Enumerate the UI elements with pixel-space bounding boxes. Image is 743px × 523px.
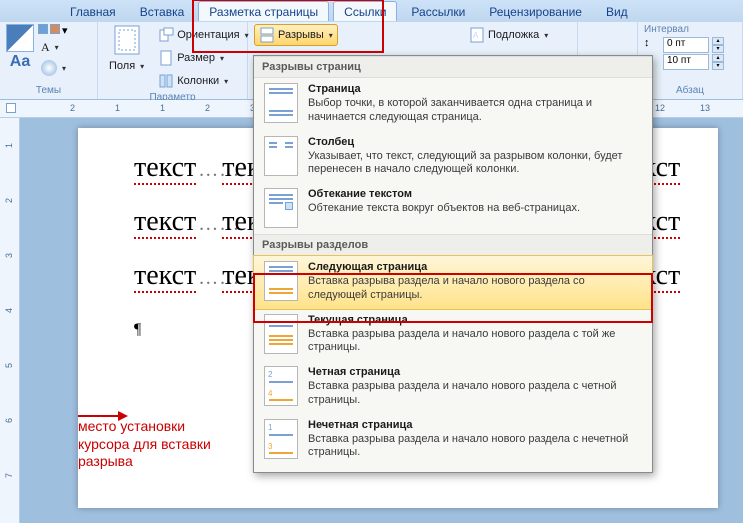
tab-view[interactable]: Вид bbox=[596, 2, 638, 21]
theme-effects-button[interactable]: ▾ bbox=[38, 58, 69, 78]
page-break-icon bbox=[264, 83, 298, 123]
menu-header-page-breaks: Разрывы страниц bbox=[254, 56, 652, 78]
menu-item-continuous[interactable]: Текущая страница Вставка разрыва раздела… bbox=[254, 309, 652, 362]
menu-item-page-break[interactable]: Страница Выбор точки, в которой заканчив… bbox=[254, 78, 652, 131]
breaks-menu: Разрывы страниц Страница Выбор точки, в … bbox=[253, 55, 653, 473]
spacing-before-icon: ↕ bbox=[644, 37, 660, 53]
theme-fonts-button[interactable]: A▾ bbox=[38, 38, 69, 57]
tab-selector[interactable] bbox=[6, 103, 16, 113]
orientation-icon bbox=[158, 27, 174, 43]
menu-item-text-wrapping-break[interactable]: Обтекание текстом Обтекание текста вокру… bbox=[254, 183, 652, 234]
annotation-text: место установки курсора для вставки разр… bbox=[78, 418, 218, 471]
menu-item-odd-page[interactable]: 13 Нечетная страница Вставка разрыва раз… bbox=[254, 414, 652, 467]
size-icon bbox=[158, 50, 174, 66]
margins-button[interactable]: Поля▾ bbox=[104, 57, 149, 75]
text-wrap-icon bbox=[264, 188, 298, 228]
menu-item-even-page[interactable]: 24 Четная страница Вставка разрыва разде… bbox=[254, 361, 652, 414]
tab-home[interactable]: Главная bbox=[60, 2, 126, 21]
aa-icon[interactable]: Aa bbox=[10, 53, 30, 71]
breaks-button[interactable]: Разрывы▾ bbox=[254, 24, 338, 46]
pilcrow-icon: ¶ bbox=[134, 321, 141, 338]
tab-mailings[interactable]: Рассылки bbox=[401, 2, 475, 21]
orientation-button[interactable]: Ориентация▾ bbox=[153, 24, 253, 46]
even-page-icon: 24 bbox=[264, 366, 298, 406]
odd-page-icon: 13 bbox=[264, 419, 298, 459]
spacing-before-field[interactable]: ↕ 0 пт ▴▾ bbox=[644, 37, 724, 53]
tab-review[interactable]: Рецензирование bbox=[479, 2, 592, 21]
columns-button[interactable]: Колонки▾ bbox=[153, 70, 253, 92]
next-page-icon bbox=[264, 261, 298, 301]
watermark-button[interactable]: AПодложка▾ bbox=[464, 24, 553, 46]
menu-item-column-break[interactable]: Столбец Указывает, что текст, следующий … bbox=[254, 131, 652, 184]
spacing-after-field[interactable]: ↕ 10 пт ▴▾ bbox=[644, 54, 724, 70]
menu-header-section-breaks: Разрывы разделов bbox=[254, 234, 652, 256]
tab-insert[interactable]: Вставка bbox=[130, 2, 195, 21]
tab-references[interactable]: Ссылки bbox=[333, 1, 397, 21]
column-break-icon bbox=[264, 136, 298, 176]
vertical-ruler[interactable]: 1234567 bbox=[0, 118, 20, 523]
spacing-header: Интервал bbox=[644, 24, 724, 36]
continuous-icon bbox=[264, 314, 298, 354]
group-label-paragraph: Абзац bbox=[644, 85, 736, 97]
breaks-icon bbox=[259, 27, 275, 43]
group-label-themes: Темы bbox=[6, 85, 91, 97]
margins-icon bbox=[111, 24, 143, 56]
ribbon-tabs: Главная Вставка Разметка страницы Ссылки… bbox=[0, 0, 743, 22]
watermark-icon: A bbox=[469, 27, 485, 43]
menu-item-next-page[interactable]: Следующая страница Вставка разрыва разде… bbox=[254, 256, 652, 309]
themes-icon bbox=[6, 24, 34, 52]
columns-icon bbox=[158, 73, 174, 89]
svg-text:A: A bbox=[473, 31, 479, 40]
tab-page-layout[interactable]: Разметка страницы bbox=[198, 1, 329, 21]
size-button[interactable]: Размер▾ bbox=[153, 47, 253, 69]
